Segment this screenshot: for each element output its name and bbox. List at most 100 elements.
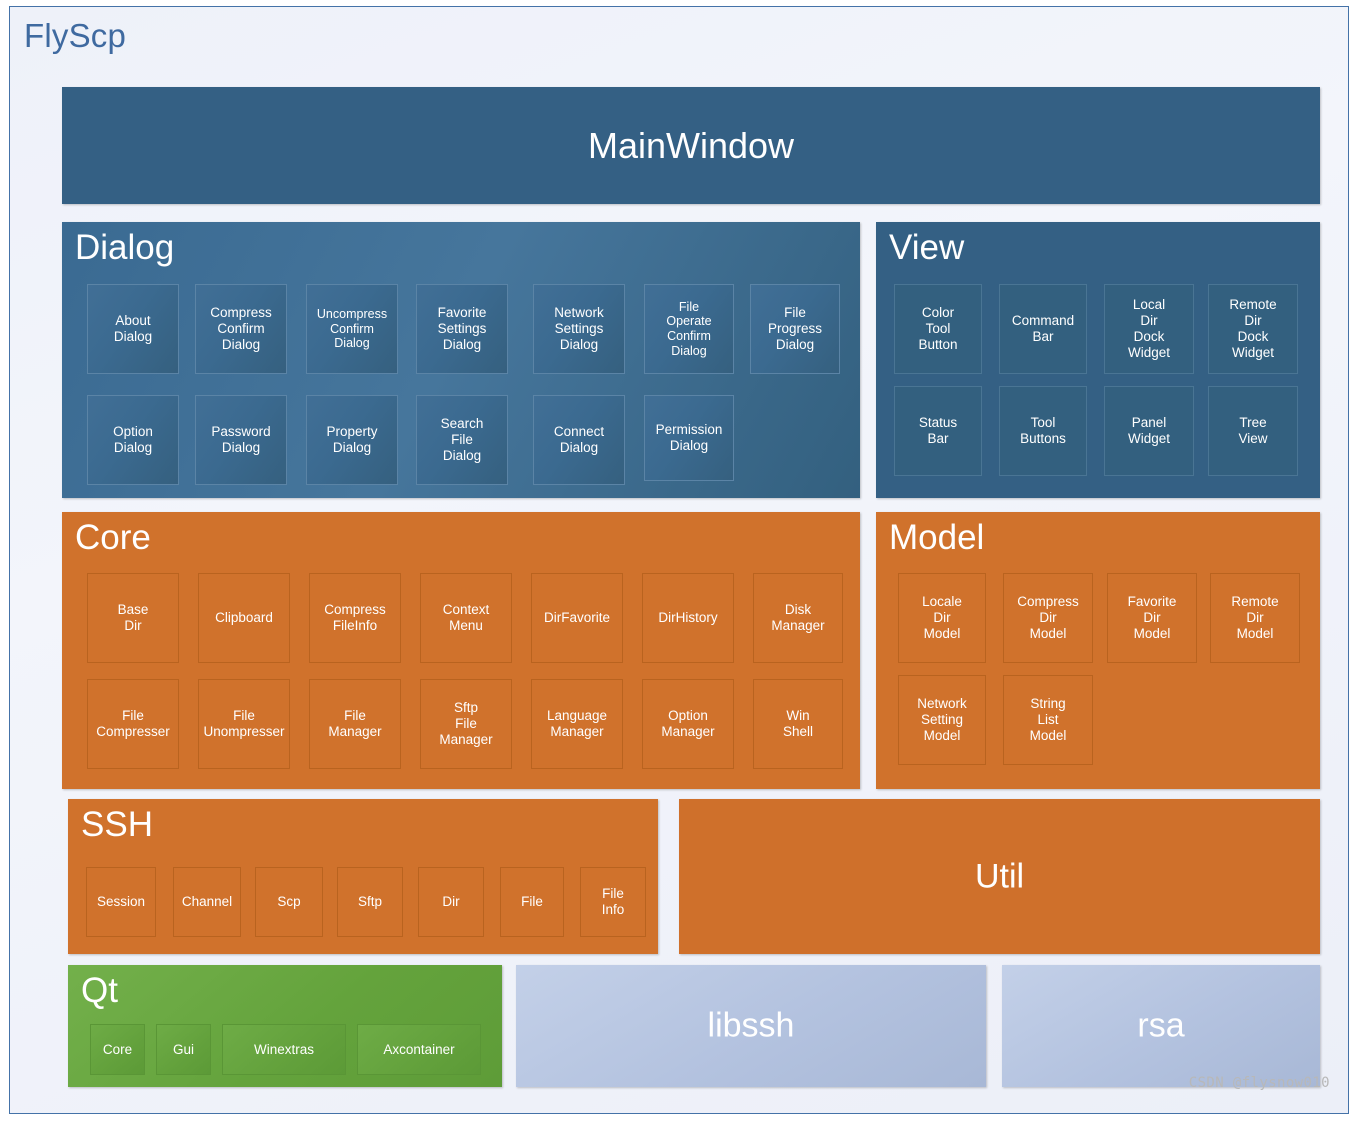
- ssh-item-label: File: [521, 894, 543, 910]
- view-item-panel-widget[interactable]: Panel Widget: [1104, 386, 1194, 476]
- ssh-item-file-info[interactable]: File Info: [580, 867, 646, 937]
- dialog-item-label: Connect Dialog: [553, 424, 605, 455]
- model-item-remote-dir-model[interactable]: Remote Dir Model: [1210, 573, 1300, 663]
- ssh-item-scp[interactable]: Scp: [255, 867, 323, 937]
- ssh-item-session[interactable]: Session: [86, 867, 156, 937]
- model-item-network-setting-model[interactable]: Network Setting Model: [898, 675, 986, 765]
- dialog-item-label: About Dialog: [113, 313, 153, 344]
- dialog-item-favorite-settings[interactable]: Favorite Settings Dialog: [416, 284, 508, 374]
- core-item-label: File Manager: [328, 708, 382, 739]
- core-item-label: Win Shell: [782, 708, 814, 739]
- dialog-item-label: Network Settings Dialog: [554, 305, 604, 352]
- core-item-base-dir[interactable]: Base Dir: [87, 573, 179, 663]
- view-item-label: Tree View: [1238, 415, 1268, 446]
- dialog-item-compress-confirm[interactable]: Compress Confirm Dialog: [195, 284, 287, 374]
- model-item-label: Network Setting Model: [917, 696, 967, 743]
- util-label: Util: [974, 857, 1025, 895]
- core-item-language-manager[interactable]: Language Manager: [531, 679, 623, 769]
- core-item-label: Sftp File Manager: [439, 700, 493, 747]
- model-item-string-list-model[interactable]: String List Model: [1003, 675, 1093, 765]
- dialog-item-label: Permission Dialog: [655, 422, 723, 453]
- core-item-dirhistory[interactable]: DirHistory: [642, 573, 734, 663]
- rsa-block: rsa: [1002, 965, 1320, 1087]
- dialog-item-uncompress-confirm[interactable]: Uncompress Confirm Dialog: [306, 284, 398, 374]
- libssh-block: libssh: [516, 965, 986, 1087]
- core-item-label: File Compresser: [96, 708, 170, 739]
- model-item-compress-dir-model[interactable]: Compress Dir Model: [1003, 573, 1093, 663]
- core-item-dirfavorite[interactable]: DirFavorite: [531, 573, 623, 663]
- dialog-item-label: Option Dialog: [113, 424, 153, 455]
- dialog-item-label: File Operate Confirm Dialog: [666, 299, 712, 358]
- mainwindow-label: MainWindow: [587, 124, 795, 166]
- core-item-label: Clipboard: [215, 610, 273, 626]
- watermark: CSDN @flysnow010: [1188, 1075, 1330, 1091]
- ssh-item-channel[interactable]: Channel: [173, 867, 241, 937]
- core-item-file-compresser[interactable]: File Compresser: [87, 679, 179, 769]
- qt-item-axcontainer[interactable]: Axcontainer: [357, 1024, 481, 1075]
- dialog-item-permission[interactable]: Permission Dialog: [644, 395, 734, 481]
- dialog-item-option[interactable]: Option Dialog: [87, 395, 179, 485]
- view-item-tool-buttons[interactable]: Tool Buttons: [999, 386, 1087, 476]
- view-item-command-bar[interactable]: Command Bar: [999, 284, 1087, 374]
- dialog-item-about[interactable]: About Dialog: [87, 284, 179, 374]
- qt-item-core[interactable]: Core: [90, 1024, 145, 1075]
- view-item-tree-view[interactable]: Tree View: [1208, 386, 1298, 476]
- dialog-item-connect[interactable]: Connect Dialog: [533, 395, 625, 485]
- qt-item-label: Winextras: [253, 1041, 314, 1057]
- view-item-label: Tool Buttons: [1020, 415, 1066, 446]
- core-item-clipboard[interactable]: Clipboard: [198, 573, 290, 663]
- core-item-compress-fileinfo[interactable]: Compress FileInfo: [309, 573, 401, 663]
- view-item-local-dir-dock-widget[interactable]: Local Dir Dock Widget: [1104, 284, 1194, 374]
- model-item-favorite-dir-model[interactable]: Favorite Dir Model: [1107, 573, 1197, 663]
- qt-item-winextras[interactable]: Winextras: [222, 1024, 346, 1075]
- core-item-label: Compress FileInfo: [324, 602, 386, 633]
- dialog-item-file-operate-confirm[interactable]: File Operate Confirm Dialog: [644, 284, 734, 374]
- qt-group-title: Qt: [81, 971, 118, 1010]
- rsa-label: rsa: [1137, 1006, 1185, 1045]
- ssh-item-label: File Info: [601, 886, 625, 917]
- view-item-label: Command Bar: [1011, 313, 1075, 344]
- core-item-label: Language Manager: [546, 708, 608, 739]
- model-item-label: String List Model: [1029, 696, 1067, 743]
- dialog-item-search-file[interactable]: Search File Dialog: [416, 395, 508, 485]
- core-group-title: Core: [75, 518, 151, 557]
- core-item-context-menu[interactable]: Context Menu: [420, 573, 512, 663]
- core-item-label: Base Dir: [117, 602, 149, 633]
- dialog-item-password[interactable]: Password Dialog: [195, 395, 287, 485]
- core-item-sftp-file-manager[interactable]: Sftp File Manager: [420, 679, 512, 769]
- view-item-label: Status Bar: [918, 415, 958, 446]
- model-item-label: Locale Dir Model: [922, 594, 962, 641]
- model-item-label: Favorite Dir Model: [1127, 594, 1177, 641]
- core-item-disk-manager[interactable]: Disk Manager: [753, 573, 843, 663]
- view-group-title: View: [889, 228, 965, 267]
- core-item-label: DirHistory: [658, 610, 718, 626]
- core-item-label: Disk Manager: [771, 602, 825, 633]
- dialog-item-label: Property Dialog: [326, 424, 378, 455]
- dialog-item-network-settings[interactable]: Network Settings Dialog: [533, 284, 625, 374]
- ssh-item-sftp[interactable]: Sftp: [337, 867, 403, 937]
- model-group-title: Model: [889, 518, 985, 557]
- model-item-locale-dir-model[interactable]: Locale Dir Model: [898, 573, 986, 663]
- ssh-group-title: SSH: [81, 805, 153, 844]
- view-item-label: Color Tool Button: [918, 305, 958, 352]
- qt-item-label: Axcontainer: [383, 1041, 455, 1057]
- core-item-file-manager[interactable]: File Manager: [309, 679, 401, 769]
- mainwindow-block: MainWindow: [62, 87, 1320, 204]
- view-item-remote-dir-dock-widget[interactable]: Remote Dir Dock Widget: [1208, 284, 1298, 374]
- ssh-item-file[interactable]: File: [500, 867, 564, 937]
- libssh-label: libssh: [707, 1006, 795, 1045]
- dialog-item-property[interactable]: Property Dialog: [306, 395, 398, 485]
- view-item-color-tool-button[interactable]: Color Tool Button: [894, 284, 982, 374]
- view-item-label: Panel Widget: [1127, 415, 1171, 446]
- dialog-item-file-progress[interactable]: File Progress Dialog: [750, 284, 840, 374]
- qt-item-label: Core: [102, 1041, 133, 1057]
- qt-item-gui[interactable]: Gui: [156, 1024, 211, 1075]
- dialog-group-title: Dialog: [75, 228, 175, 267]
- ssh-item-label: Session: [96, 894, 146, 910]
- view-item-status-bar[interactable]: Status Bar: [894, 386, 982, 476]
- core-item-option-manager[interactable]: Option Manager: [642, 679, 734, 769]
- dialog-item-label: Password Dialog: [211, 424, 271, 455]
- core-item-file-unompresser[interactable]: File Unompresser: [198, 679, 290, 769]
- ssh-item-dir[interactable]: Dir: [418, 867, 484, 937]
- core-item-win-shell[interactable]: Win Shell: [753, 679, 843, 769]
